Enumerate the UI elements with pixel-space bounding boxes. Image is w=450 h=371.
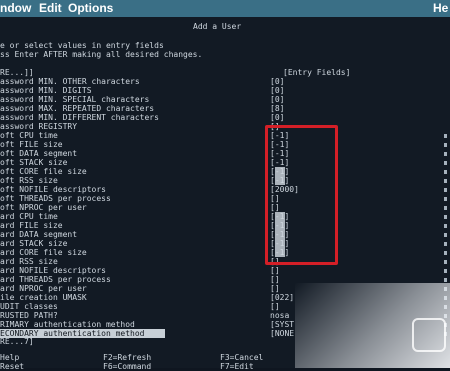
numeric-indicator-icon bbox=[444, 152, 447, 156]
numeric-indicator-icon bbox=[444, 233, 447, 237]
field-label: ard NOFILE descriptors bbox=[0, 266, 106, 275]
instruction-line-1: e or select values in entry fields bbox=[0, 41, 164, 50]
watermark-logo bbox=[412, 318, 446, 352]
key-help[interactable]: Help bbox=[0, 353, 19, 362]
field-value-input[interactable]: [] bbox=[270, 275, 280, 284]
field-label: oft NOFILE descriptors bbox=[0, 185, 106, 194]
field-label: oft NPROC per user bbox=[0, 203, 87, 212]
key-refresh[interactable]: F2=Refresh bbox=[103, 353, 151, 362]
numeric-indicator-icon bbox=[444, 143, 447, 147]
key-reset[interactable]: Reset bbox=[0, 362, 24, 371]
numeric-indicator-icon bbox=[444, 188, 447, 192]
field-label: ile creation UMASK bbox=[0, 293, 87, 302]
field-label: assword MAX. REPEATED characters bbox=[0, 104, 155, 113]
numeric-indicator-icon bbox=[444, 269, 447, 273]
field-label: ard RSS size bbox=[0, 257, 58, 266]
field-value-input[interactable]: [0] bbox=[270, 95, 284, 104]
dialog-title: Add a User bbox=[193, 22, 242, 31]
numeric-indicator-icon bbox=[444, 251, 447, 255]
field-value-input[interactable]: [] bbox=[270, 302, 280, 311]
instruction-line-2: ss Enter AFTER making all desired change… bbox=[0, 50, 203, 59]
field-label: assword MIN. DIFFERENT characters bbox=[0, 113, 159, 122]
field-value-input[interactable]: [SYST bbox=[270, 320, 294, 329]
highlight-annotation-box bbox=[265, 125, 338, 265]
field-label: UDIT classes bbox=[0, 302, 58, 311]
menu-window[interactable]: ndow bbox=[0, 1, 31, 15]
field-label: oft CPU time bbox=[0, 131, 58, 140]
field-label: assword MIN. OTHER characters bbox=[0, 77, 140, 86]
field-label: ard DATA segment bbox=[0, 230, 78, 239]
field-value-input[interactable]: [] bbox=[270, 266, 280, 275]
field-label: assword REGISTRY bbox=[0, 122, 78, 131]
numeric-indicator-icon bbox=[444, 242, 447, 246]
key-command[interactable]: F6=Command bbox=[103, 362, 151, 371]
entry-fields-header: [Entry Fields] bbox=[283, 68, 351, 77]
field-label: ard CORE file size bbox=[0, 248, 87, 257]
field-value-input[interactable]: [NONE bbox=[270, 329, 294, 338]
field-label: oft FILE size bbox=[0, 140, 63, 149]
menu-edit[interactable]: Edit bbox=[39, 1, 62, 15]
menu-bar: ndow Edit Options He bbox=[0, 0, 450, 17]
field-value-input[interactable]: nosa bbox=[270, 311, 289, 320]
field-value-input[interactable]: [8] bbox=[270, 104, 284, 113]
field-value-input[interactable]: [] bbox=[270, 284, 280, 293]
field-label: oft CORE file size bbox=[0, 167, 87, 176]
numeric-indicator-icon bbox=[444, 197, 447, 201]
numeric-indicator-icon bbox=[444, 224, 447, 228]
field-value-input[interactable]: [0] bbox=[270, 113, 284, 122]
field-label: oft RSS size bbox=[0, 176, 58, 185]
field-label: assword MIN. DIGITS bbox=[0, 86, 92, 95]
list-top-marker: RE...]] bbox=[0, 68, 34, 77]
field-value-input[interactable]: [0] bbox=[270, 86, 284, 95]
numeric-indicator-icon bbox=[444, 179, 447, 183]
menu-options[interactable]: Options bbox=[68, 1, 113, 15]
numeric-indicator-icon bbox=[444, 260, 447, 264]
field-label: ard FILE size bbox=[0, 221, 63, 230]
field-label: ard NPROC per user bbox=[0, 284, 87, 293]
key-edit[interactable]: F7=Edit bbox=[220, 362, 254, 371]
numeric-indicator-icon bbox=[444, 170, 447, 174]
field-label: oft STACK size bbox=[0, 158, 68, 167]
numeric-indicator-icon bbox=[444, 134, 447, 138]
menu-help[interactable]: He bbox=[433, 1, 448, 15]
numeric-indicator-icon bbox=[444, 206, 447, 210]
field-value-input[interactable]: [0] bbox=[270, 77, 284, 86]
key-cancel[interactable]: F3=Cancel bbox=[220, 353, 263, 362]
field-label: ard STACK size bbox=[0, 239, 68, 248]
list-more-marker: RE...7] bbox=[0, 337, 34, 346]
numeric-indicator-icon bbox=[444, 278, 447, 282]
field-label: ard THREADS per process bbox=[0, 275, 111, 284]
field-label: oft THREADS per process bbox=[0, 194, 111, 203]
field-label: assword MIN. SPECIAL characters bbox=[0, 95, 150, 104]
field-label: ard CPU time bbox=[0, 212, 58, 221]
numeric-indicator-icon bbox=[444, 161, 447, 165]
field-label: RIMARY authentication method bbox=[0, 320, 135, 329]
field-label: RUSTED PATH? bbox=[0, 311, 58, 320]
field-label: oft DATA segment bbox=[0, 149, 78, 158]
field-value-input[interactable]: [022] bbox=[270, 293, 294, 302]
numeric-indicator-icon bbox=[444, 215, 447, 219]
